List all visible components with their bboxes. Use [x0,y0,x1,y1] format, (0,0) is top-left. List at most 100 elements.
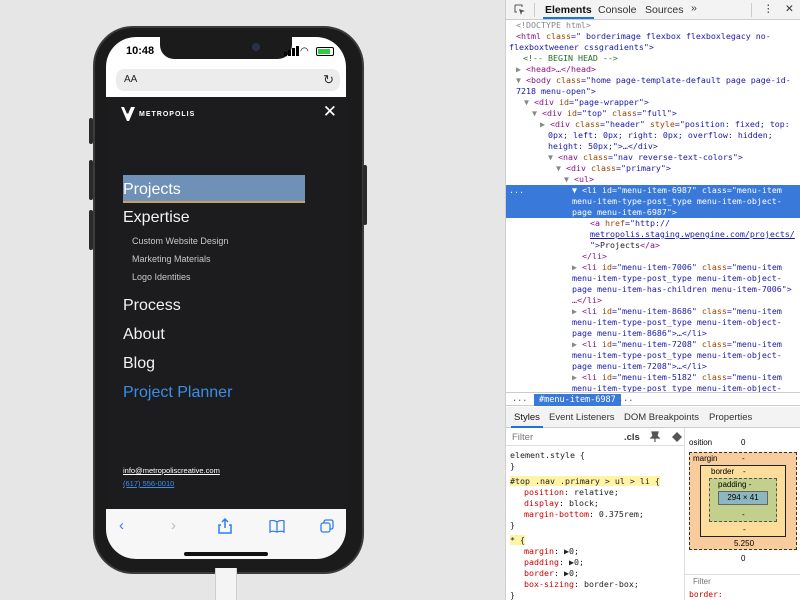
nav-subitem-logo-identities[interactable]: Logo Identities [132,268,323,286]
dom-line[interactable]: ▼ <nav class="nav reverse-text-colors"> [506,152,800,163]
dom-line-selected[interactable]: page menu-item-6987"> [506,207,800,218]
phone-link[interactable]: (617) 556-0010 [123,479,220,492]
back-icon[interactable]: ‹ [119,517,124,534]
dom-line[interactable]: ▼ <div class="primary"> [506,163,800,174]
computed-property[interactable]: border: [689,590,723,599]
style-declaration[interactable]: position: relative; [506,487,690,498]
dom-line-selected[interactable]: ... ▼ <li id="menu-item-6987" class="menu… [506,185,800,196]
box-content[interactable]: 294 × 41 [718,491,768,505]
dom-line[interactable]: <a href="http:// [506,218,800,229]
dom-line[interactable]: page menu-item-has-children menu-item-70… [506,284,800,295]
breadcrumb-more-right[interactable]: ... [618,394,633,404]
box-margin-bottom[interactable]: 5.250 [734,539,754,548]
dom-line[interactable]: metropolis.staging.wpengine.com/projects… [506,229,800,240]
site-logo[interactable]: METROPOLIS [120,105,195,123]
styles-filter-input[interactable]: Filter [512,432,533,443]
dom-line[interactable]: menu-item-type-post_type menu-item-objec… [506,350,800,361]
tab-dom-breakpoints[interactable]: DOM Breakpoints [624,412,699,423]
dom-line[interactable]: …</li> [506,295,800,306]
dom-line[interactable]: <!-- BEGIN HEAD --> [506,53,800,64]
devtools-menu-icon[interactable]: ⋮ [763,3,774,15]
dom-line[interactable]: ▼ <ul> [506,174,800,185]
dom-line[interactable]: ▼ <body class="home page-template-defaul… [506,75,800,86]
email-link[interactable]: info@metropoliscreative.com [123,466,220,479]
dom-line[interactable]: flexboxtweener cssgradients"> [506,42,800,53]
dom-line[interactable]: 0px; left: 0px; right: 0px; overflow: hi… [506,130,800,141]
style-declaration[interactable]: margin: ▶0; [506,546,690,557]
dom-line-selected[interactable]: menu-item-type-post_type menu-item-objec… [506,196,800,207]
dom-line[interactable]: ▶ <div class="header" style="position: f… [506,119,800,130]
tab-elements[interactable]: Elements [543,4,594,19]
tab-console[interactable]: Console [598,4,637,16]
reader-aa-button[interactable]: AA [124,74,137,85]
style-declaration[interactable]: margin-bottom: 0.375rem; [506,509,690,520]
bookmarks-icon[interactable] [269,520,285,533]
cls-toggle-button[interactable]: .cls [624,432,640,443]
reload-icon[interactable]: ↻ [323,72,334,88]
dom-line[interactable]: <!DOCTYPE html> [506,20,800,31]
breadcrumb-current[interactable]: #menu-item-6987 [534,394,621,406]
more-tabs-icon[interactable]: » [691,2,697,14]
dom-line[interactable]: ▼ <div id="page-wrapper"> [506,97,800,108]
box-margin-top[interactable]: - [742,454,745,463]
dom-line[interactable]: menu-item-type-post_type menu-item-objec… [506,383,800,392]
volume-down-button [89,210,93,250]
dom-line[interactable]: page menu-item-7208">…</li> [506,361,800,372]
style-rule[interactable]: element.style { [506,450,690,461]
tabs-icon[interactable] [320,519,334,533]
dom-line[interactable]: </li> [506,251,800,262]
tab-sources[interactable]: Sources [645,4,684,16]
nav-item-expertise[interactable]: Expertise [123,203,323,232]
dom-line[interactable]: height: 50px;">…</div> [506,141,800,152]
forward-icon[interactable]: › [171,517,176,534]
dom-line[interactable]: ▶ <head>…</head> [506,64,800,75]
nav-item-about[interactable]: About [123,320,323,349]
box-border[interactable]: border - padding - 294 × 41 - - [700,465,786,537]
dom-line[interactable]: ▶ <li id="menu-item-8686" class="menu-it… [506,306,800,317]
nav-item-process[interactable]: Process [123,291,323,320]
share-icon[interactable] [218,518,232,534]
box-padding-bottom[interactable]: - [742,510,745,519]
box-position-value[interactable]: 0 [741,438,745,447]
inspect-element-icon[interactable] [514,4,526,16]
box-border-bottom[interactable]: - [743,525,746,534]
dom-line[interactable]: 7218 menu-open"> [506,86,800,97]
dom-line[interactable]: menu-item-type-post_type menu-item-objec… [506,317,800,328]
nav-subitem-marketing-materials[interactable]: Marketing Materials [132,250,323,268]
paint-icon[interactable] [671,431,683,443]
nav-subitem-custom-website-design[interactable]: Custom Website Design [132,232,323,250]
dom-line[interactable]: page menu-item-8686">…</li> [506,328,800,339]
tab-properties[interactable]: Properties [709,412,752,423]
nav-item-project-planner[interactable]: Project Planner [123,378,323,407]
dom-line[interactable]: ">Projects</a> [506,240,800,251]
style-rule[interactable]: * { [506,535,690,546]
close-menu-button[interactable]: ✕ [323,102,337,122]
nav-item-blog[interactable]: Blog [123,349,323,378]
tab-event-listeners[interactable]: Event Listeners [549,412,614,423]
volume-up-button [89,160,93,200]
box-margin[interactable]: margin - border - padding - 294 × 41 - -… [689,452,797,550]
box-border-top[interactable]: - [743,467,746,476]
style-rule[interactable]: #top .nav .primary > ul > li { [506,476,690,487]
box-position-bottom[interactable]: 0 [741,554,745,563]
tab-styles[interactable]: Styles [511,412,543,428]
nav-item-projects[interactable]: Projects [123,175,305,203]
lightning-cable [215,568,237,600]
power-button [363,165,367,225]
breadcrumb-more-left[interactable]: ... [512,394,527,404]
style-declaration[interactable]: box-sizing: border-box; [506,579,690,590]
pin-icon[interactable] [650,431,660,443]
style-declaration[interactable]: padding: ▶0; [506,557,690,568]
dom-line[interactable]: menu-item-type-post_type menu-item-objec… [506,273,800,284]
dom-line[interactable]: ▶ <li id="menu-item-7006" class="menu-it… [506,262,800,273]
style-declaration[interactable]: border: ▶0; [506,568,690,579]
dom-line[interactable]: ▶ <li id="menu-item-7208" class="menu-it… [506,339,800,350]
box-padding[interactable]: padding - 294 × 41 - [709,478,777,522]
style-declaration[interactable]: display: block; [506,498,690,509]
dom-line[interactable]: ▼ <div id="top" class="full"> [506,108,800,119]
computed-filter-input[interactable]: Filter [693,577,711,586]
dom-line[interactable]: ▶ <li id="menu-item-5182" class="menu-it… [506,372,800,383]
url-bar[interactable]: AA ↻ [116,69,340,91]
devtools-close-icon[interactable]: ✕ [785,3,794,15]
dom-line[interactable]: <html class=" borderimage flexbox flexbo… [506,31,800,42]
